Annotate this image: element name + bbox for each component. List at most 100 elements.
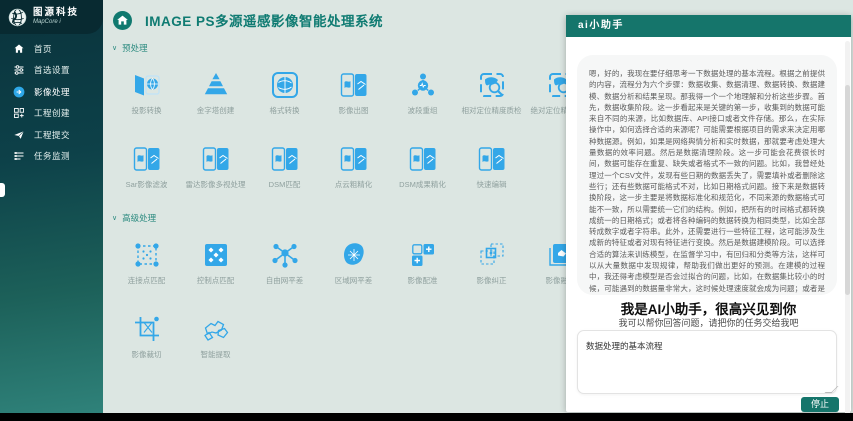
tool-item-影像出图[interactable]: 影像出图 [319,58,388,132]
tool-item-点云粗精化[interactable]: 点云粗精化 [319,132,388,206]
image-rectify-icon [477,240,507,270]
collapsed-panel-handle[interactable] [0,183,5,197]
tool-item-Sar影像滤波[interactable]: Sar影像滤波 [112,132,181,206]
tool-item-DSM成果精化[interactable]: DSM成果精化 [388,132,457,206]
tool-item-波段重组[interactable]: 波段重组 [388,58,457,132]
sidebar-item-label: 任务监测 [34,150,70,162]
sidebar-item-label: 工程提交 [34,129,70,141]
tool-item-DSM匹配[interactable]: DSM匹配 [250,132,319,206]
tool-item-影像纠正[interactable]: 影像纠正 [457,228,526,302]
settings-icon [13,64,25,76]
ai-assistant-panel: ai小助手 嗯，好的，我现在要仔细思考一下数据处理的基本流程。根据之前提供的内容… [566,15,851,412]
logo-subtitle: MapCore i [33,19,79,26]
sidebar-item-首页[interactable]: 首页 [0,38,103,60]
pointcloud-refine-icon [339,144,369,174]
tool-label: Sar影像滤波 [126,179,168,190]
sidebar-menu: 首页 首选设置 影像处理 工程创建 工程提交 任务监测 [0,38,103,167]
tool-item-格式转换[interactable]: 格式转换 [250,58,319,132]
chevron-down-icon: ∨ [112,214,117,222]
tool-label: 金字塔创建 [197,105,235,116]
logo: 图源科技 MapCore i [0,0,103,34]
tool-label: 影像纠正 [477,275,507,286]
tool-label: DSM匹配 [269,179,301,190]
smart-extract-icon [201,314,231,344]
tool-item-区域网平差[interactable]: 区域网平差 [319,228,388,302]
projection-convert-icon [132,70,162,100]
pyramid-create-icon [201,70,231,100]
section-header-预处理[interactable]: ∨ 预处理 [112,42,598,54]
scrollbar-thumb[interactable] [845,85,850,295]
tool-item-金字塔创建[interactable]: 金字塔创建 [181,58,250,132]
image-processing-icon [13,86,25,98]
tool-label: 影像配准 [408,275,438,286]
band-recombine-icon [408,70,438,100]
task-monitor-icon [13,150,25,162]
tool-label: 快速编辑 [477,179,507,190]
section-header-高级处理[interactable]: ∨ 高级处理 [112,212,598,224]
sidebar-item-label: 影像处理 [34,86,70,98]
tool-item-相对定位精度质检[interactable]: 相对定位精度质检 [457,58,526,132]
logo-title: 图源科技 [33,8,79,18]
app-window: 图源科技 MapCore i 首页 首选设置 影像处理 工程创建 工程提交 任务… [0,0,853,421]
stop-button[interactable]: 停止 [801,397,839,412]
tie-point-match-icon [132,240,162,270]
relative-accuracy-qc-icon [477,70,507,100]
sidebar-item-label: 首页 [34,43,52,55]
project-submit-icon [13,129,25,141]
tool-grid: 连接点匹配 控制点匹配 自由网平差 区域网平差 影像配准 影像纠正 影像融合 影… [112,228,598,376]
home-icon [13,43,25,55]
main-sections: ∨ 预处理 投影转换 金字塔创建 格式转换 影像出图 波段重组 相对定位精度质检… [112,36,598,376]
chevron-down-icon: ∨ [112,44,117,52]
tool-item-投影转换[interactable]: 投影转换 [112,58,181,132]
quick-edit-icon [477,144,507,174]
bottom-black-bar [0,413,853,421]
sidebar-item-label: 工程创建 [34,107,70,119]
tool-label: 影像裁切 [132,349,162,360]
tool-item-雷达影像多视处理[interactable]: 雷达影像多视处理 [181,132,250,206]
sidebar-item-label: 首选设置 [34,64,70,76]
ai-message-bubble: 嗯，好的，我现在要仔细思考一下数据处理的基本流程。根据之前提供的内容，流程分为六… [577,55,837,295]
tool-label: DSM成果精化 [399,179,446,190]
ai-question-input[interactable]: 数据处理的基本流程 [577,330,837,394]
ai-panel-title: ai小助手 [566,15,851,37]
sar-filter-icon [132,144,162,174]
ai-message-text: 嗯，好的，我现在要仔细思考一下数据处理的基本流程。根据之前提供的内容，流程分为六… [589,68,825,295]
format-convert-icon [270,70,300,100]
home-icon [113,11,132,30]
sidebar-item-影像处理[interactable]: 影像处理 [0,81,103,103]
tool-label: 波段重组 [408,105,438,116]
tool-item-智能提取[interactable]: 智能提取 [181,302,250,376]
tool-label: 控制点匹配 [197,275,235,286]
image-register-icon [408,240,438,270]
tool-label: 投影转换 [132,105,162,116]
section-title: 高级处理 [122,212,156,224]
tool-label: 相对定位精度质检 [462,105,522,116]
home-circle-button[interactable] [113,11,132,30]
tool-label: 智能提取 [201,349,231,360]
sidebar-item-首选设置[interactable]: 首选设置 [0,60,103,82]
tool-label: 自由网平差 [266,275,304,286]
radar-multilook-icon [201,144,231,174]
tool-label: 雷达影像多视处理 [186,179,246,190]
tool-item-自由网平差[interactable]: 自由网平差 [250,228,319,302]
sidebar-item-工程创建[interactable]: 工程创建 [0,103,103,125]
sidebar-item-任务监测[interactable]: 任务监测 [0,146,103,168]
image-crop-icon [132,314,162,344]
dsm-match-icon [270,144,300,174]
section-title: 预处理 [122,42,148,54]
tool-grid: 投影转换 金字塔创建 格式转换 影像出图 波段重组 相对定位精度质检 绝对定位精… [112,58,598,206]
image-export-icon [339,70,369,100]
ai-greeting-subtitle: 我可以帮你回答问题，请把你的任务交给我吧 [566,316,851,329]
tool-label: 区域网平差 [335,275,373,286]
tool-item-控制点匹配[interactable]: 控制点匹配 [181,228,250,302]
tool-label: 点云粗精化 [335,179,373,190]
project-create-icon [13,107,25,119]
tool-label: 格式转换 [270,105,300,116]
tool-item-快速编辑[interactable]: 快速编辑 [457,132,526,206]
main-header: IMAGE PS多源遥感影像智能处理系统 [113,10,383,30]
tool-item-影像裁切[interactable]: 影像裁切 [112,302,181,376]
tool-item-连接点匹配[interactable]: 连接点匹配 [112,228,181,302]
tool-item-影像配准[interactable]: 影像配准 [388,228,457,302]
sidebar-item-工程提交[interactable]: 工程提交 [0,124,103,146]
tool-label: 连接点匹配 [128,275,166,286]
